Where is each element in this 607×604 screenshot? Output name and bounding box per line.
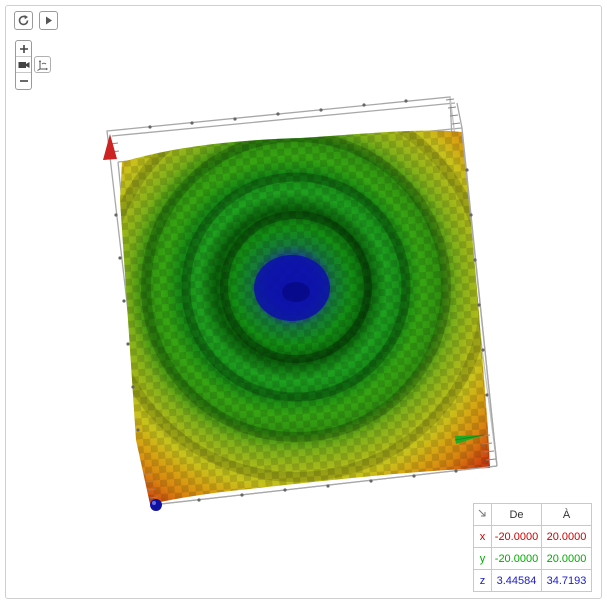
arrow-icon: [478, 509, 486, 516]
bounds-corner-cell[interactable]: [473, 503, 492, 526]
play-icon: [46, 16, 52, 25]
bounds-row-x: x -20.0000 20.0000: [473, 525, 592, 548]
bounds-x-from[interactable]: -20.0000: [491, 525, 542, 548]
bounds-header-row: De À: [473, 503, 592, 526]
zoom-controls: [15, 40, 32, 90]
bounds-row-y: y -20.0000 20.0000: [473, 547, 592, 570]
rotate-axes-icon: [37, 60, 48, 71]
bounds-header-from: De: [491, 503, 542, 526]
bounds-header-to: À: [541, 503, 592, 526]
reset-view-icon: [18, 15, 29, 26]
bounds-table: De À x -20.0000 20.0000 y -20.0000 20.00…: [473, 503, 592, 592]
rotate-axes-button[interactable]: [34, 56, 51, 73]
bounds-z-from[interactable]: 3.44584: [491, 569, 542, 592]
reset-view-button[interactable]: [14, 11, 33, 30]
bounds-x-to[interactable]: 20.0000: [541, 525, 592, 548]
bounds-row-z: z 3.44584 34.7193: [473, 569, 592, 592]
plus-icon: [19, 44, 28, 53]
zoom-out-button[interactable]: [16, 73, 31, 89]
bounds-z-to[interactable]: 34.7193: [541, 569, 592, 592]
minus-icon: [19, 80, 28, 82]
bounds-axis-label: z: [473, 569, 492, 592]
camera-icon: [18, 61, 29, 68]
zoom-in-button[interactable]: [16, 41, 31, 57]
bounds-axis-label: y: [473, 547, 492, 570]
bounds-y-from[interactable]: -20.0000: [491, 547, 542, 570]
bounds-y-to[interactable]: 20.0000: [541, 547, 592, 570]
camera-button[interactable]: [16, 57, 31, 73]
play-animation-button[interactable]: [39, 11, 58, 30]
bounds-axis-label: x: [473, 525, 492, 548]
z-axis-arrow: [103, 134, 117, 160]
surface-mesh: [120, 130, 490, 504]
origin-point: [150, 499, 162, 511]
